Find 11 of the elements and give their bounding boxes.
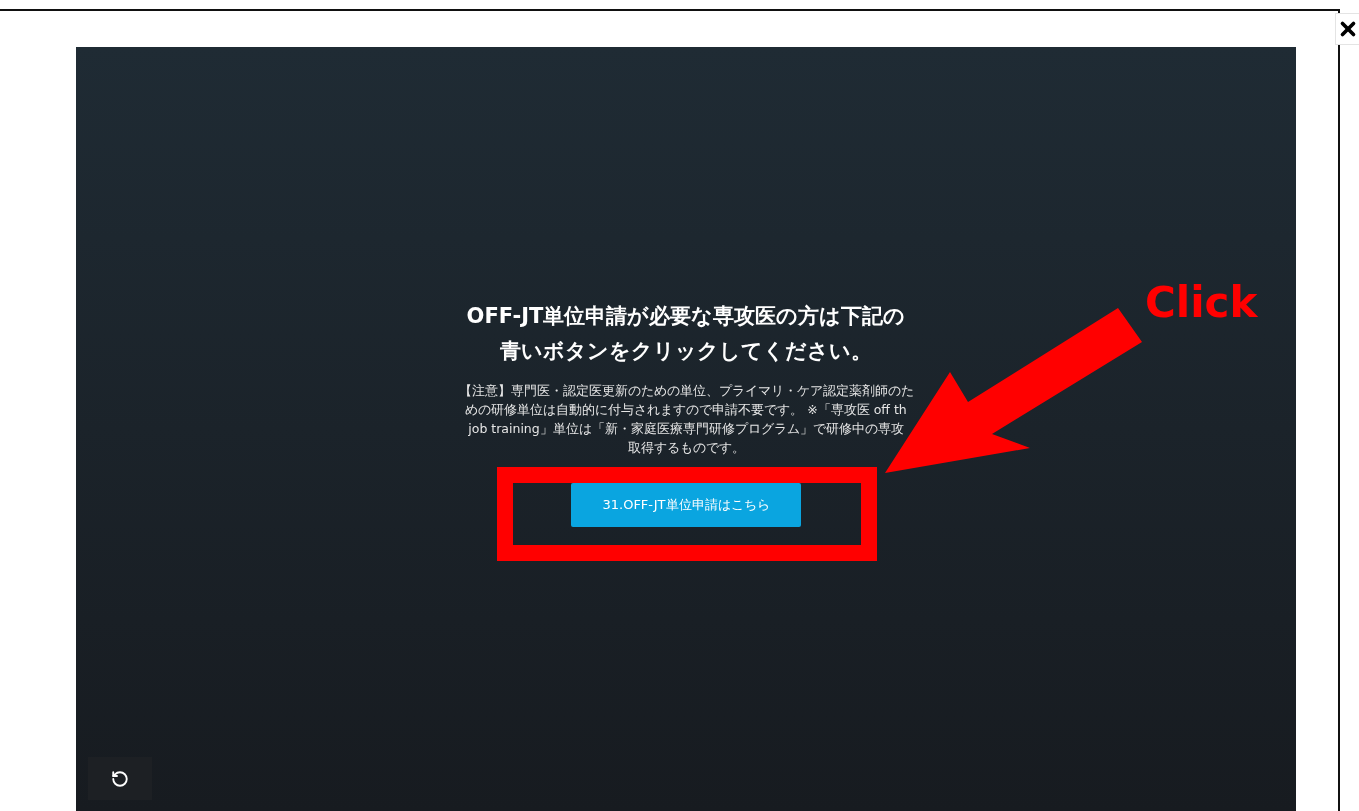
notice-line: job training」単位は「新・家庭医療専門研修プログラム」で研修中の専攻 bbox=[467, 420, 905, 438]
replay-button[interactable] bbox=[88, 757, 152, 800]
apply-button[interactable]: 31.OFF-JT単位申請はこちら bbox=[571, 483, 801, 527]
heading-line: OFF-JT単位申請が必要な専攻医の方は下記の bbox=[466, 303, 906, 330]
close-button[interactable] bbox=[1335, 13, 1359, 45]
click-label: Click bbox=[1145, 278, 1258, 327]
replay-icon bbox=[111, 769, 129, 788]
heading-line: 青いボタンをクリックしてください。 bbox=[500, 338, 872, 365]
notice-line: 【注意】専門医・認定医更新のための単位、プライマリ・ケア認定薬剤師のた bbox=[458, 382, 914, 400]
notice-line: めの研修単位は自動的に付与されますので申請不要です。 ※「専攻医 off th bbox=[464, 401, 908, 419]
notice-line: 取得するものです。 bbox=[626, 439, 746, 457]
